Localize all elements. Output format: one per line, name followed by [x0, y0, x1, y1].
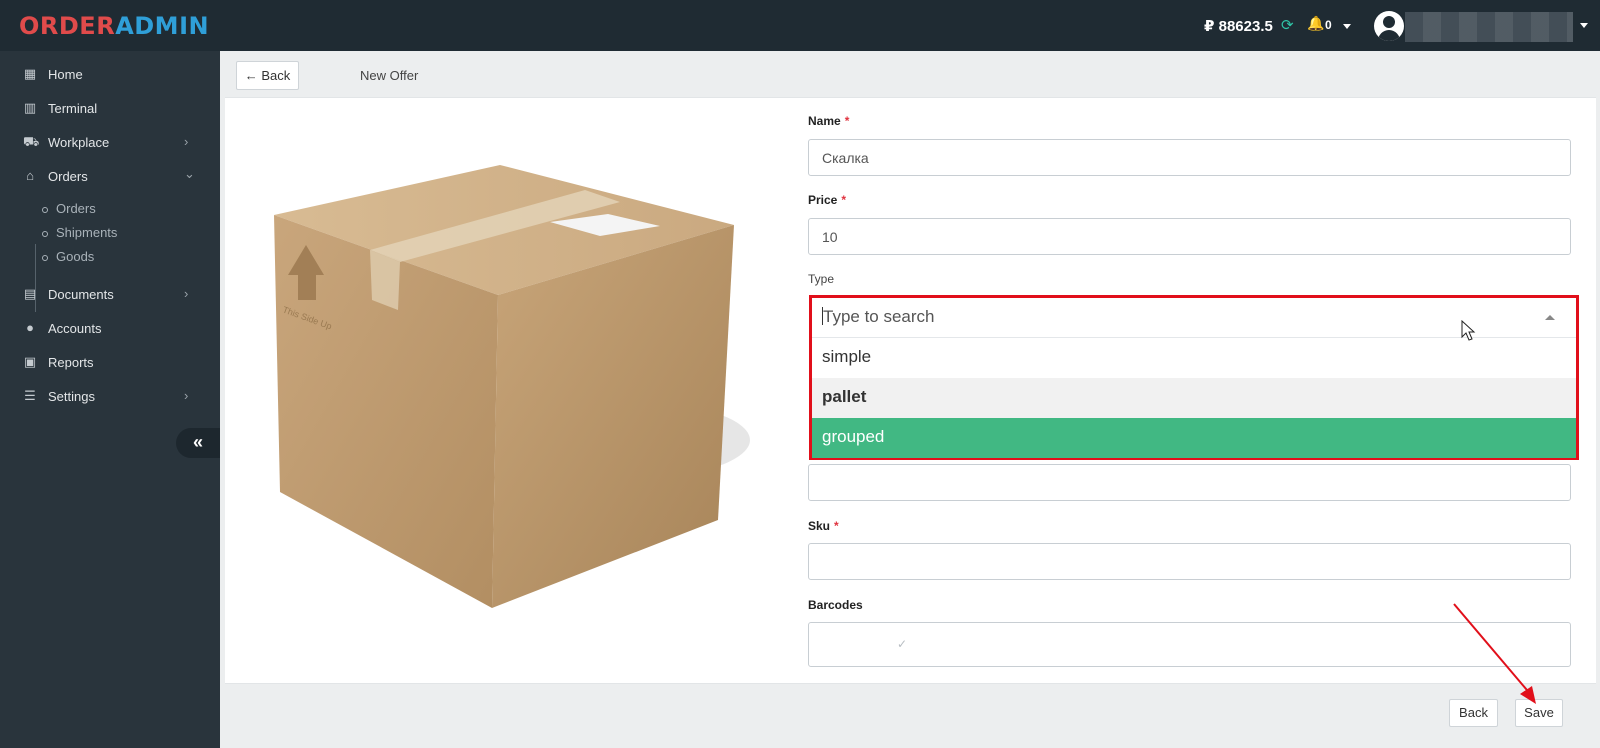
name-label: Name *	[808, 114, 850, 128]
type-option-simple[interactable]: simple	[812, 338, 1576, 378]
chevron-right-icon: ›	[184, 388, 189, 403]
top-bar: ORDERADMIN ₽ 88623.5 ⟳ 🔔 0	[0, 0, 1600, 51]
notification-count: 0	[1325, 18, 1332, 32]
type-option-grouped[interactable]: grouped	[812, 418, 1576, 458]
sidebar-item-workplace[interactable]: ⛟ Workplace ›	[0, 128, 220, 158]
barcodes-label: Barcodes	[808, 598, 863, 612]
annotation-arrow	[1453, 603, 1536, 704]
sidebar-subitem-goods[interactable]: Goods	[42, 249, 94, 264]
circle-icon	[42, 230, 48, 237]
app-logo[interactable]: ORDERADMIN	[19, 12, 209, 40]
sidebar-item-label: Terminal	[48, 101, 98, 116]
grid-icon: ▦	[23, 66, 37, 81]
barcode-icon: ▥	[23, 100, 37, 115]
bell-icon[interactable]: 🔔	[1307, 15, 1324, 32]
report-icon: ▣	[23, 354, 37, 369]
sidebar-subitem-orders[interactable]: Orders	[42, 201, 96, 216]
back-button[interactable]: ← Back	[236, 61, 299, 90]
sliders-icon: ☰	[24, 388, 36, 403]
page-title: New Offer	[360, 68, 419, 83]
sidebar-item-label: Documents	[48, 287, 114, 302]
check-icon: ✓	[897, 637, 908, 651]
document-icon: ▤	[23, 286, 37, 301]
sidebar-item-terminal[interactable]: ▥ Terminal	[0, 94, 220, 124]
sidebar-item-label: Accounts	[48, 321, 102, 336]
truck-icon: ⛟	[23, 134, 40, 149]
collapse-sidebar-button[interactable]: «	[176, 428, 220, 458]
warehouse-icon: ⌂	[26, 168, 34, 183]
user-menu-dropdown-icon[interactable]	[1580, 23, 1588, 28]
sidebar-subitem-shipments[interactable]: Shipments	[42, 225, 117, 240]
logo-part-admin: ADMIN	[115, 12, 210, 40]
required-mark: *	[841, 193, 847, 207]
required-mark: *	[844, 114, 850, 128]
sidebar-item-label: Workplace	[48, 135, 110, 150]
name-field[interactable]: Скалка	[808, 139, 1571, 176]
required-mark: *	[834, 519, 839, 533]
sidebar-item-label: Reports	[48, 355, 94, 370]
sidebar-item-label: Home	[48, 67, 83, 82]
type-option-pallet[interactable]: pallet	[812, 378, 1576, 418]
chevron-right-icon: ›	[184, 134, 189, 149]
circle-icon	[42, 254, 48, 261]
sku-label: Sku *	[808, 519, 839, 533]
user-icon: ●	[26, 320, 34, 335]
logo-part-order: ORDER	[19, 12, 116, 40]
sidebar-item-label: Orders	[48, 169, 88, 184]
sidebar-item-orders[interactable]: ⌂ Orders ⌄	[0, 162, 220, 192]
chevron-down-icon: ⌄	[184, 166, 195, 181]
sidebar: ▦ Home ▥ Terminal ⛟ Workplace › ⌂ Orders…	[0, 51, 220, 748]
balance-amount: ₽ 88623.5	[1204, 18, 1273, 35]
product-image: This Side Up	[274, 165, 750, 608]
form-footer	[220, 684, 1600, 748]
mouse-pointer-icon	[1461, 320, 1476, 341]
caret-up-icon[interactable]	[1545, 315, 1555, 320]
sku-field[interactable]	[808, 543, 1571, 580]
avatar[interactable]	[1374, 11, 1404, 41]
hidden-field[interactable]	[808, 464, 1571, 501]
sidebar-item-documents[interactable]: ▤ Documents ›	[0, 280, 220, 310]
notifications-dropdown-icon[interactable]	[1343, 24, 1351, 29]
sidebar-item-home[interactable]: ▦ Home	[0, 60, 220, 90]
chevron-right-icon: ›	[184, 286, 189, 301]
sidebar-item-settings[interactable]: ☰ Settings ›	[0, 382, 220, 412]
circle-icon	[42, 206, 48, 213]
arrow-left-icon: ←	[244, 68, 258, 83]
sidebar-item-accounts[interactable]: ● Accounts	[0, 314, 220, 344]
type-label: Type	[808, 272, 835, 286]
refresh-icon[interactable]: ⟳	[1281, 16, 1294, 34]
price-field[interactable]: 10	[808, 218, 1571, 255]
sidebar-item-label: Settings	[48, 389, 95, 404]
double-chevron-left-icon: «	[192, 432, 203, 452]
username-blurred[interactable]	[1405, 12, 1573, 42]
sidebar-item-reports[interactable]: ▣ Reports	[0, 348, 220, 378]
page-toolbar	[220, 51, 1600, 97]
price-label: Price *	[808, 193, 847, 207]
